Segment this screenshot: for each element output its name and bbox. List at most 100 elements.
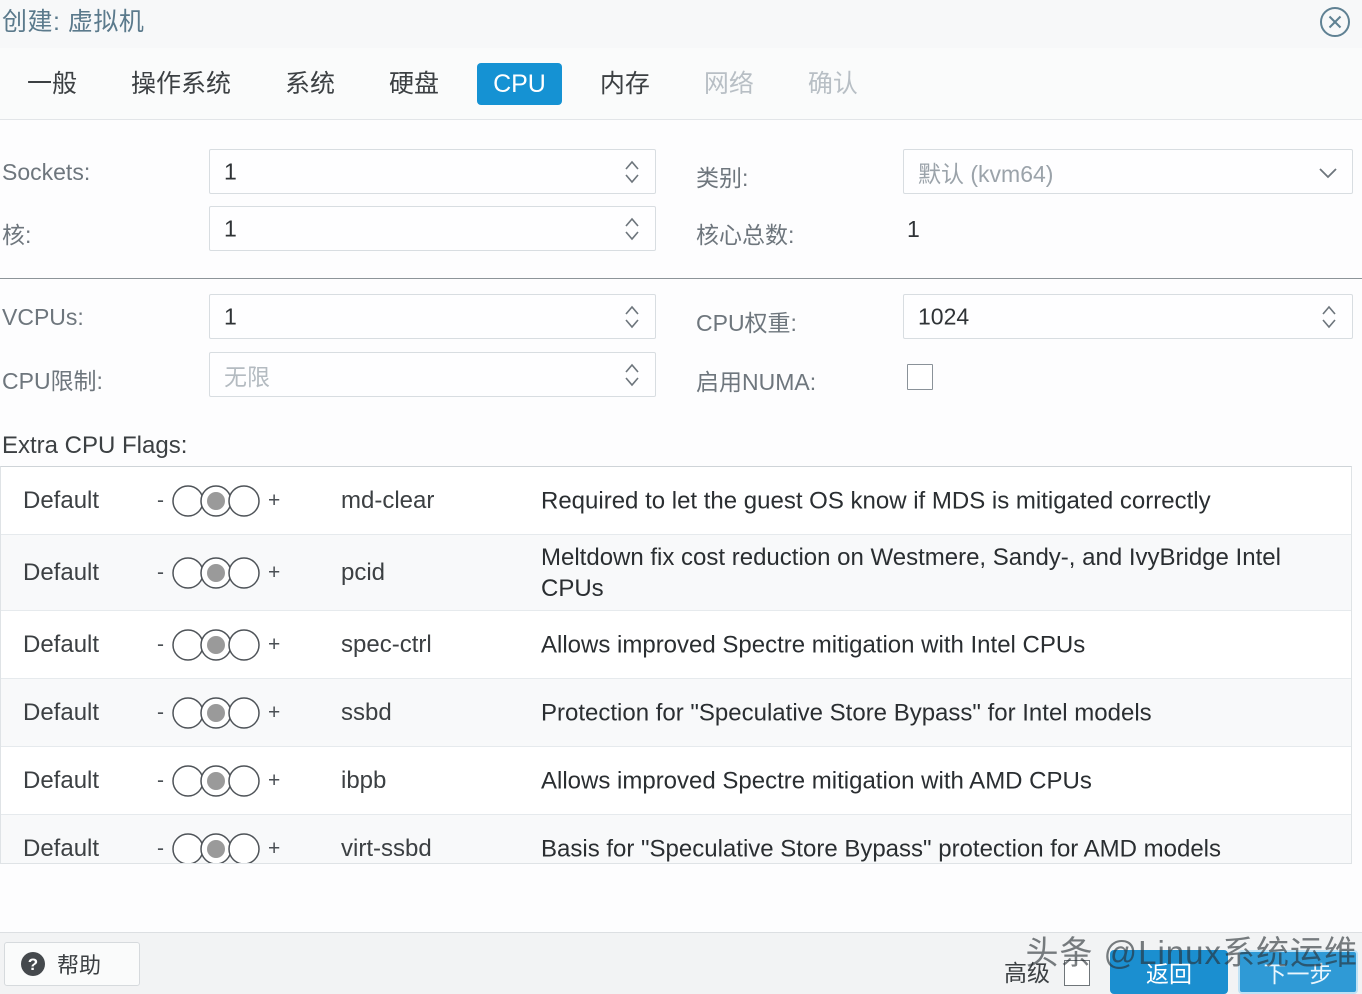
tristate-circles-icon[interactable] <box>170 696 262 730</box>
flag-row[interactable]: Default - + spec-ctrl Allows improved Spectr… <box>1 611 1351 679</box>
flag-name: ssbd <box>341 698 392 726</box>
advanced-label: 高级 <box>1004 960 1050 986</box>
vcpus-label: VCPUs: <box>2 304 84 330</box>
cores-label: 核: <box>2 222 32 248</box>
flag-plus-label[interactable]: + <box>268 634 280 655</box>
section-divider <box>0 278 1362 279</box>
tab-bar: 一般 操作系统 系统 硬盘 CPU 内存 网络 确认 <box>0 48 1362 120</box>
flag-plus-label[interactable]: + <box>268 838 280 859</box>
flag-plus-label[interactable]: + <box>268 562 280 583</box>
flag-name: virt-ssbd <box>341 834 432 862</box>
question-circle-icon: ? <box>21 952 45 976</box>
flag-name: ibpb <box>341 766 387 794</box>
cpu-limit-input[interactable]: 无限 <box>209 352 656 397</box>
flag-name: pcid <box>341 558 386 586</box>
flag-minus-label[interactable]: - <box>157 770 164 791</box>
flag-row[interactable]: Default - + virt-ssbd Basis for "Speculative… <box>1 815 1351 863</box>
flag-tristate-toggle[interactable]: - + <box>157 484 280 518</box>
cpu-units-value: 1024 <box>918 303 970 329</box>
dialog-footer: ? 帮助 高级 返回 下一步 <box>0 932 1362 994</box>
flag-minus-label[interactable]: - <box>157 634 164 655</box>
flag-tristate-toggle[interactable]: - + <box>157 764 280 798</box>
advanced-checkbox[interactable] <box>1064 960 1090 986</box>
total-cores-label: 核心总数: <box>696 222 795 248</box>
close-icon[interactable] <box>1316 3 1354 41</box>
next-button[interactable]: 下一步 <box>1238 950 1358 994</box>
flag-description: Allows improved Spectre mitigation with … <box>541 630 1086 658</box>
vcpus-value: 1 <box>224 303 237 329</box>
flag-plus-label[interactable]: + <box>268 770 280 791</box>
flag-description: Meltdown fix cost reduction on Westmere,… <box>541 543 1281 602</box>
flag-state-label: Default <box>23 766 100 794</box>
flag-row[interactable]: Default - + ssbd Protection for "Speculative… <box>1 679 1351 747</box>
tab-2[interactable]: 系统 <box>269 63 351 105</box>
cores-input[interactable]: 1 <box>209 206 656 251</box>
cpu-type-select[interactable]: 默认 (kvm64) <box>903 149 1353 194</box>
sockets-input[interactable]: 1 <box>209 149 656 194</box>
flag-row[interactable]: Default - + ibpb Allows improved Spectre mit… <box>1 747 1351 815</box>
flag-tristate-toggle[interactable]: - + <box>157 556 280 590</box>
flag-minus-label[interactable]: - <box>157 838 164 859</box>
sockets-label: Sockets: <box>2 159 91 185</box>
cpu-settings-form: Sockets: 1 核: 1 类别: 默认 (kvm64) 核心总数: 1 V… <box>0 120 1362 460</box>
cpu-units-stepper-icon[interactable] <box>1320 302 1338 332</box>
flag-description: Basis for "Speculative Store Bypass" pro… <box>541 834 1222 862</box>
total-cores-value: 1 <box>907 216 920 242</box>
flag-name: md-clear <box>341 486 435 514</box>
create-vm-dialog: 创建: 虚拟机 一般 操作系统 系统 硬盘 CPU 内存 网络 确认 Sockets: 1 核 <box>0 0 1362 994</box>
chevron-down-icon <box>1318 166 1338 178</box>
flag-state-label: Default <box>23 558 100 586</box>
flag-row[interactable]: Default - + pcid Meltdown fix cost reduction… <box>1 535 1351 611</box>
flag-state-label: Default <box>23 486 100 514</box>
flag-state-label: Default <box>23 698 100 726</box>
flag-description: Allows improved Spectre mitigation with … <box>541 766 1092 794</box>
cpu-limit-label: CPU限制: <box>2 368 103 394</box>
flag-state-label: Default <box>23 834 100 862</box>
enable-numa-label: 启用NUMA: <box>696 369 817 395</box>
extra-cpu-flags-list[interactable]: Default - + md-clear Required to let the gue… <box>0 466 1352 864</box>
cpu-limit-stepper-icon[interactable] <box>623 360 641 390</box>
cpu-type-value: 默认 (kvm64) <box>918 160 1054 187</box>
tab-5[interactable]: 内存 <box>584 63 666 105</box>
tristate-circles-icon[interactable] <box>170 628 262 662</box>
tab-7: 确认 <box>807 70 858 98</box>
flag-tristate-toggle[interactable]: - + <box>157 628 280 662</box>
flag-plus-label[interactable]: + <box>268 490 280 511</box>
cpu-limit-placeholder: 无限 <box>224 363 270 390</box>
dialog-titlebar: 创建: 虚拟机 <box>0 0 1362 48</box>
vcpus-input[interactable]: 1 <box>209 294 656 339</box>
tab-0[interactable]: 一般 <box>11 63 93 105</box>
flag-tristate-toggle[interactable]: - + <box>157 832 280 863</box>
flag-minus-label[interactable]: - <box>157 702 164 723</box>
tristate-circles-icon[interactable] <box>170 832 262 863</box>
flag-name: spec-ctrl <box>341 630 432 658</box>
tab-4[interactable]: CPU <box>477 63 562 105</box>
sockets-stepper-icon[interactable] <box>623 157 641 187</box>
sockets-value: 1 <box>224 158 237 184</box>
flag-minus-label[interactable]: - <box>157 490 164 511</box>
cpu-units-input[interactable]: 1024 <box>903 294 1353 339</box>
tab-1[interactable]: 操作系统 <box>115 63 247 105</box>
dialog-title: 创建: 虚拟机 <box>2 8 145 36</box>
flag-state-label: Default <box>23 630 100 658</box>
flag-description: Protection for "Speculative Store Bypass… <box>541 698 1152 726</box>
tristate-circles-icon[interactable] <box>170 484 262 518</box>
tab-3[interactable]: 硬盘 <box>373 63 455 105</box>
help-button[interactable]: ? 帮助 <box>4 942 140 986</box>
flag-row[interactable]: Default - + md-clear Required to let the gue… <box>1 467 1351 535</box>
tristate-circles-icon[interactable] <box>170 556 262 590</box>
help-button-label: 帮助 <box>57 953 102 978</box>
cpu-units-label: CPU权重: <box>696 310 797 336</box>
cpu-type-label: 类别: <box>696 165 749 191</box>
cores-stepper-icon[interactable] <box>623 214 641 244</box>
vcpus-stepper-icon[interactable] <box>623 302 641 332</box>
flag-description: Required to let the guest OS know if MDS… <box>541 486 1211 514</box>
back-button[interactable]: 返回 <box>1110 950 1228 994</box>
extra-cpu-flags-label: Extra CPU Flags: <box>2 432 188 459</box>
flag-plus-label[interactable]: + <box>268 702 280 723</box>
tristate-circles-icon[interactable] <box>170 764 262 798</box>
tab-6: 网络 <box>703 70 754 98</box>
flag-tristate-toggle[interactable]: - + <box>157 696 280 730</box>
flag-minus-label[interactable]: - <box>157 562 164 583</box>
enable-numa-checkbox[interactable] <box>907 364 933 390</box>
